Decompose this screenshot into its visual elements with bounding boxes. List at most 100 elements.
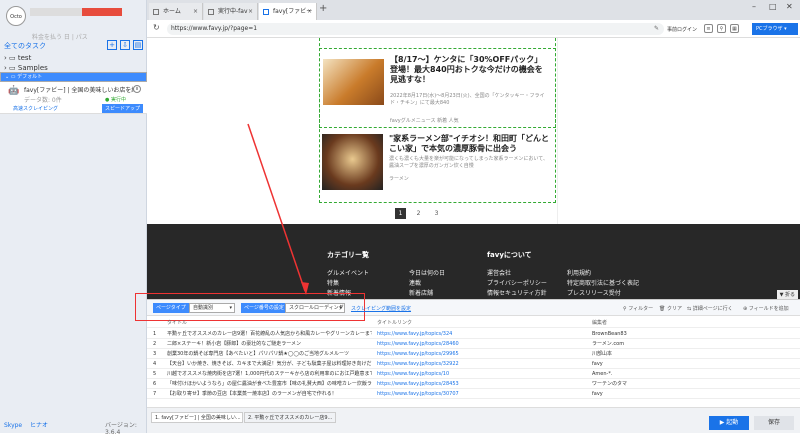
footer-link[interactable]: 利用規約 (567, 268, 591, 277)
filter-icon[interactable]: ⚲ (717, 24, 726, 33)
row-number: 7 (153, 391, 157, 397)
cell-title: 二郎×ステーキ！新小岩【豚郎】の豪壮的なご馳走ラーメン (167, 341, 301, 347)
cell-editor: favy (592, 361, 603, 367)
collapse-button[interactable]: ▼ 折る (776, 290, 798, 299)
row-number: 5 (153, 371, 157, 377)
row-number: 3 (153, 351, 157, 357)
pc-browser-select[interactable]: PCブラウザ ▾ (752, 23, 798, 35)
folder-add-icon[interactable]: ▤ (133, 40, 143, 50)
footer-link[interactable]: 運営会社 (487, 268, 511, 277)
row-number: 6 (153, 381, 157, 387)
bottom-tab-1[interactable]: 1. favy[ファビー] | 全国の美味しい... (151, 412, 243, 423)
task-title: favy[ファビー] | 全国の美味しいお店を紹介 (24, 87, 134, 94)
table-row[interactable]: 6 「味付けほかいようなら」の屋仁醤油が食べた豊富市【味の礼賛大西】の味噌カレー炊… (147, 379, 800, 389)
clear-tool[interactable]: 🗑 クリア (659, 305, 682, 312)
hinao-link[interactable]: ヒナオ (30, 422, 48, 429)
tab-running[interactable]: 実行中-fav × (204, 3, 258, 20)
cell-link[interactable]: https://www.favy.jp/topics/32922 (377, 359, 587, 369)
new-tab-icon[interactable]: + (319, 3, 327, 14)
col-header-editor: 編集者 (592, 320, 608, 326)
tab-home[interactable]: ホーム × (149, 3, 203, 20)
folder-test[interactable]: › ▭ test (4, 53, 31, 63)
cell-title: 川越でオススメな焼肉街を店7選！1,000円代のステーキから店の利用率のにお江戸… (167, 371, 372, 377)
row-number: 2 (153, 341, 157, 347)
grid-icon[interactable]: ▦ (730, 24, 739, 33)
cell-editor: ラーメン.com (592, 341, 625, 347)
cell-title: 創業30年の鍋そば専門店【あべたいと】パリパリ鍋★◯◯のご当地グルメルーツ (167, 351, 349, 357)
cell-link[interactable]: https://www.favy.jp/topics/28453 (377, 379, 587, 389)
task-count: データ数: 0件 (24, 97, 62, 104)
cell-editor: ワーテンのタマ (592, 381, 628, 387)
footer-link[interactable]: 情報セキュリティ方針 (487, 288, 547, 297)
table-row[interactable]: 1 平勲ヶ丘でオススメのカレー店9選！百花繚乱の人気店から和風カレーやグリーンカレ… (147, 329, 800, 339)
add-task-icon[interactable]: + (107, 40, 117, 50)
save-button[interactable]: 保存 (754, 416, 794, 430)
maximize-icon[interactable]: □ (769, 2, 777, 11)
page-type-select[interactable]: 自動識別 ▾ (189, 303, 235, 313)
app-logo: Octo (6, 6, 26, 26)
cell-link[interactable]: https://www.favy.jp/topics/29965 (377, 349, 587, 359)
cell-link[interactable]: https://www.favy.jp/topics/10 (377, 369, 587, 379)
list-icon[interactable]: ≡ (704, 24, 713, 33)
cell-editor: BrownBean83 (592, 331, 627, 337)
page-3[interactable]: 3 (431, 208, 442, 219)
footer-link[interactable]: 特定商取引法に基づく表記 (567, 278, 639, 287)
article-title[interactable]: "家系ラーメン部"イチオシ！和田町「どんとこい家」で本気の濃厚豚骨に出会う (389, 134, 549, 154)
page-2[interactable]: 2 (413, 208, 424, 219)
table-row[interactable]: 3 創業30年の鍋そば専門店【あべたいと】パリパリ鍋★◯◯のご当地グルメルーツ ht… (147, 349, 800, 359)
footer-link[interactable]: グルメイベント (327, 268, 369, 277)
fast-scrape-link[interactable]: 高速スクレイピング (13, 105, 58, 112)
skype-link[interactable]: Skype (4, 422, 22, 429)
cell-title: 【天台】いか焼き、焼きそば、カキまで大満足！気分が、子ども駄菓子屋は料理好き向け… (167, 361, 372, 367)
table-row[interactable]: 2 二郎×ステーキ！新小岩【豚郎】の豪壮的なご馳走ラーメン https://www.… (147, 339, 800, 349)
table-row[interactable]: 4 【天台】いか焼き、焼きそば、カキまで大満足！気分が、子ども駄菓子屋は料理好き向… (147, 359, 800, 369)
article-card-1[interactable]: 【8/17〜】ケンタに「30%OFFパック」登場！最大840円おトクな今だけの機… (319, 48, 556, 128)
address-bar: ↻ https://www.favy.jp/?page=1 ✎ 事前ログイン ≡ … (147, 20, 800, 38)
footer-link[interactable]: プライバシーポリシー (487, 278, 547, 287)
cell-editor: 川部山本 (592, 351, 613, 357)
page-load-label: ページ番号の設定 (241, 303, 287, 313)
article-title[interactable]: 【8/17〜】ケンタに「30%OFFパック」登場！最大840円おトクな今だけの機… (390, 55, 550, 85)
fried-chicken-image (323, 59, 384, 105)
pause-icon[interactable]: ॥ (133, 85, 141, 93)
footer-link[interactable]: 連載 (409, 278, 421, 287)
article-tags: favyグルメニュース 新着 人気 (390, 118, 459, 124)
bottom-links: Skype ヒナオ (4, 420, 54, 429)
page-1[interactable]: 1 (395, 208, 406, 219)
cell-title: 平勲ヶ丘でオススメのカレー店9選！百花繚乱の人気店から和風カレーやグリーンカレー… (167, 331, 372, 337)
footer-link[interactable]: 新着店舗 (409, 288, 433, 297)
speed-up-button[interactable]: スピードアップ (102, 104, 144, 113)
footer-link[interactable]: プレスリリース受付 (567, 288, 621, 297)
detail-page-tool[interactable]: ⇆ 詳細ページに行く (687, 305, 733, 312)
bottom-tab-2[interactable]: 2. 平勲ヶ丘でオススメのカレー店9... (244, 412, 336, 423)
version-text: バージョン: 3.6.4 (105, 422, 137, 436)
page-load-select[interactable]: スクロールローディング ▾ (285, 303, 345, 313)
add-field-tool[interactable]: ⊕ フィールドを追加 (743, 305, 789, 312)
cell-link[interactable]: https://www.favy.jp/topics/30707 (377, 389, 587, 399)
edit-icon[interactable]: ✎ (654, 23, 659, 35)
url-input[interactable]: https://www.favy.jp/?page=1 ✎ (167, 23, 664, 35)
close-icon[interactable]: ✕ (786, 2, 793, 11)
browser-tab-bar: ホーム × 実行中-fav × favy[ファビー × + – □ ✕ (147, 0, 800, 20)
article-card-2[interactable]: "家系ラーメン部"イチオシ！和田町「どんとこい家」で本気の濃厚豚骨に出会う 濃く… (319, 130, 556, 194)
pre-login-button[interactable]: 事前ログイン (667, 26, 697, 33)
table-row[interactable]: 5 川越でオススメな焼肉街を店7選！1,000円代のステーキから店の利用率のにお江… (147, 369, 800, 379)
folder-default[interactable]: ⌄ ▭ デフォルト (0, 72, 147, 82)
footer-link[interactable]: 今日は何の日 (409, 268, 445, 277)
cell-link[interactable]: https://www.favy.jp/topics/324 (377, 329, 587, 339)
reload-icon[interactable]: ↻ (153, 23, 160, 32)
scrape-range-link[interactable]: スクレイピング範囲を設定 (351, 305, 411, 312)
filter-tool[interactable]: ⚲ フィルター (623, 305, 653, 312)
minimize-icon[interactable]: – (752, 2, 756, 11)
start-button[interactable]: ▶ 起動 (709, 416, 749, 430)
task-item[interactable]: 🤖 favy[ファビー] | 全国の美味しいお店を紹介 データ数: 0件 ● 実… (0, 82, 147, 114)
table-row[interactable]: 7 【お取り寄せ】季節の豆店【本業蒸一焼本店】のラーメンが自宅で作れる！ https… (147, 389, 800, 399)
tab-favy[interactable]: favy[ファビー × (259, 3, 317, 20)
import-icon[interactable]: ⇩ (120, 40, 130, 50)
cell-title: 【お取り寄せ】季節の豆店【本業蒸一焼本店】のラーメンが自宅で作れる！ (167, 391, 337, 397)
cell-link[interactable]: https://www.favy.jp/topics/28460 (377, 339, 587, 349)
table-header: タイトル タイトルリンク 編集者 (147, 318, 800, 328)
col-header-title: タイトル (167, 320, 188, 326)
cell-editor: favy (592, 391, 603, 397)
footer-link[interactable]: 特集 (327, 278, 339, 287)
